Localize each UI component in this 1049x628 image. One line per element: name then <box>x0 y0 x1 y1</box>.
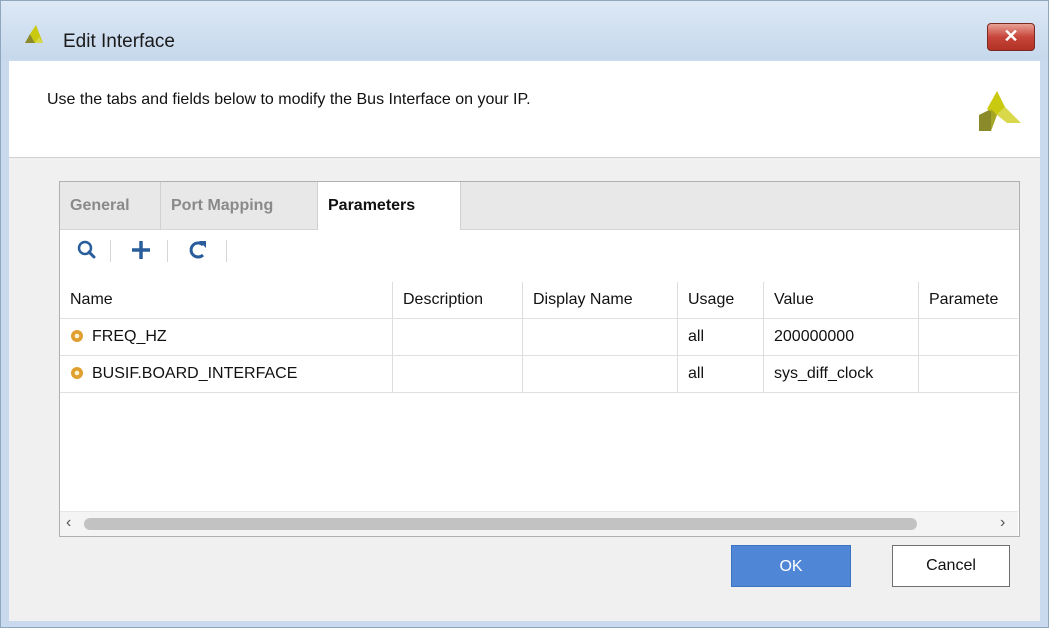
column-header-usage[interactable]: Usage <box>677 282 763 318</box>
cell-usage: all <box>677 319 763 355</box>
column-header-display-name[interactable]: Display Name <box>522 282 677 318</box>
window-title: Edit Interface <box>63 31 175 52</box>
tab-port-mapping[interactable]: Port Mapping <box>161 182 317 229</box>
scroll-left-arrow-icon[interactable]: ‹ <box>66 514 71 532</box>
title-bar[interactable]: Edit Interface ✕ <box>1 1 1048 59</box>
horizontal-scrollbar[interactable]: ‹ › <box>60 511 1018 536</box>
dialog-header: Use the tabs and fields below to modify … <box>9 61 1040 158</box>
tab-general[interactable]: General <box>60 182 161 229</box>
tab-port-mapping-label: Port Mapping <box>171 197 274 214</box>
toolbar-divider <box>167 240 168 262</box>
close-button[interactable]: ✕ <box>987 23 1035 51</box>
cell-name: BUSIF.BOARD_INTERFACE <box>60 356 392 392</box>
cell-description <box>392 356 522 392</box>
tab-bar: General Port Mapping Parameters <box>60 182 1019 230</box>
cell-display-name <box>522 319 677 355</box>
cell-value: 200000000 <box>763 319 918 355</box>
add-icon[interactable] <box>126 236 156 264</box>
table-row[interactable]: FREQ_HZ all 200000000 <box>60 319 1018 356</box>
edit-interface-dialog: Edit Interface ✕ Use the tabs and fields… <box>0 0 1049 628</box>
tab-parameters-label: Parameters <box>328 197 416 214</box>
cell-display-name <box>522 356 677 392</box>
instructions-text: Use the tabs and fields below to modify … <box>47 91 531 108</box>
dialog-body: Use the tabs and fields below to modify … <box>9 61 1040 621</box>
vivado-logo-icon <box>25 25 43 43</box>
xilinx-logo-icon <box>979 91 1021 131</box>
toolbar-divider <box>110 240 111 262</box>
scroll-right-arrow-icon[interactable]: › <box>1000 514 1005 532</box>
parameter-name: FREQ_HZ <box>92 328 167 345</box>
parameter-gear-icon <box>71 367 83 379</box>
table-header-row: Name Description Display Name Usage Valu… <box>60 282 1018 319</box>
cell-description <box>392 319 522 355</box>
column-header-value[interactable]: Value <box>763 282 918 318</box>
cell-usage: all <box>677 356 763 392</box>
ok-button[interactable]: OK <box>731 545 851 587</box>
parameter-name: BUSIF.BOARD_INTERFACE <box>92 365 298 382</box>
column-header-name[interactable]: Name <box>60 282 392 318</box>
table-row[interactable]: BUSIF.BOARD_INTERFACE all sys_diff_clock <box>60 356 1018 393</box>
table-toolbar <box>60 230 1019 270</box>
search-icon[interactable] <box>72 236 102 264</box>
parameter-gear-icon <box>71 330 83 342</box>
toolbar-divider <box>226 240 227 262</box>
tab-parameters[interactable]: Parameters <box>317 182 461 230</box>
cell-name: FREQ_HZ <box>60 319 392 355</box>
cell-parameter <box>918 319 1018 355</box>
column-header-description[interactable]: Description <box>392 282 522 318</box>
cell-value: sys_diff_clock <box>763 356 918 392</box>
tab-general-label: General <box>70 197 130 214</box>
refresh-icon[interactable] <box>182 236 212 264</box>
scrollbar-thumb[interactable] <box>84 518 917 530</box>
tab-panel: General Port Mapping Parameters Name Des… <box>59 181 1020 537</box>
column-header-parameter[interactable]: Paramete <box>918 282 1018 318</box>
cell-parameter <box>918 356 1018 392</box>
cancel-button[interactable]: Cancel <box>892 545 1010 587</box>
